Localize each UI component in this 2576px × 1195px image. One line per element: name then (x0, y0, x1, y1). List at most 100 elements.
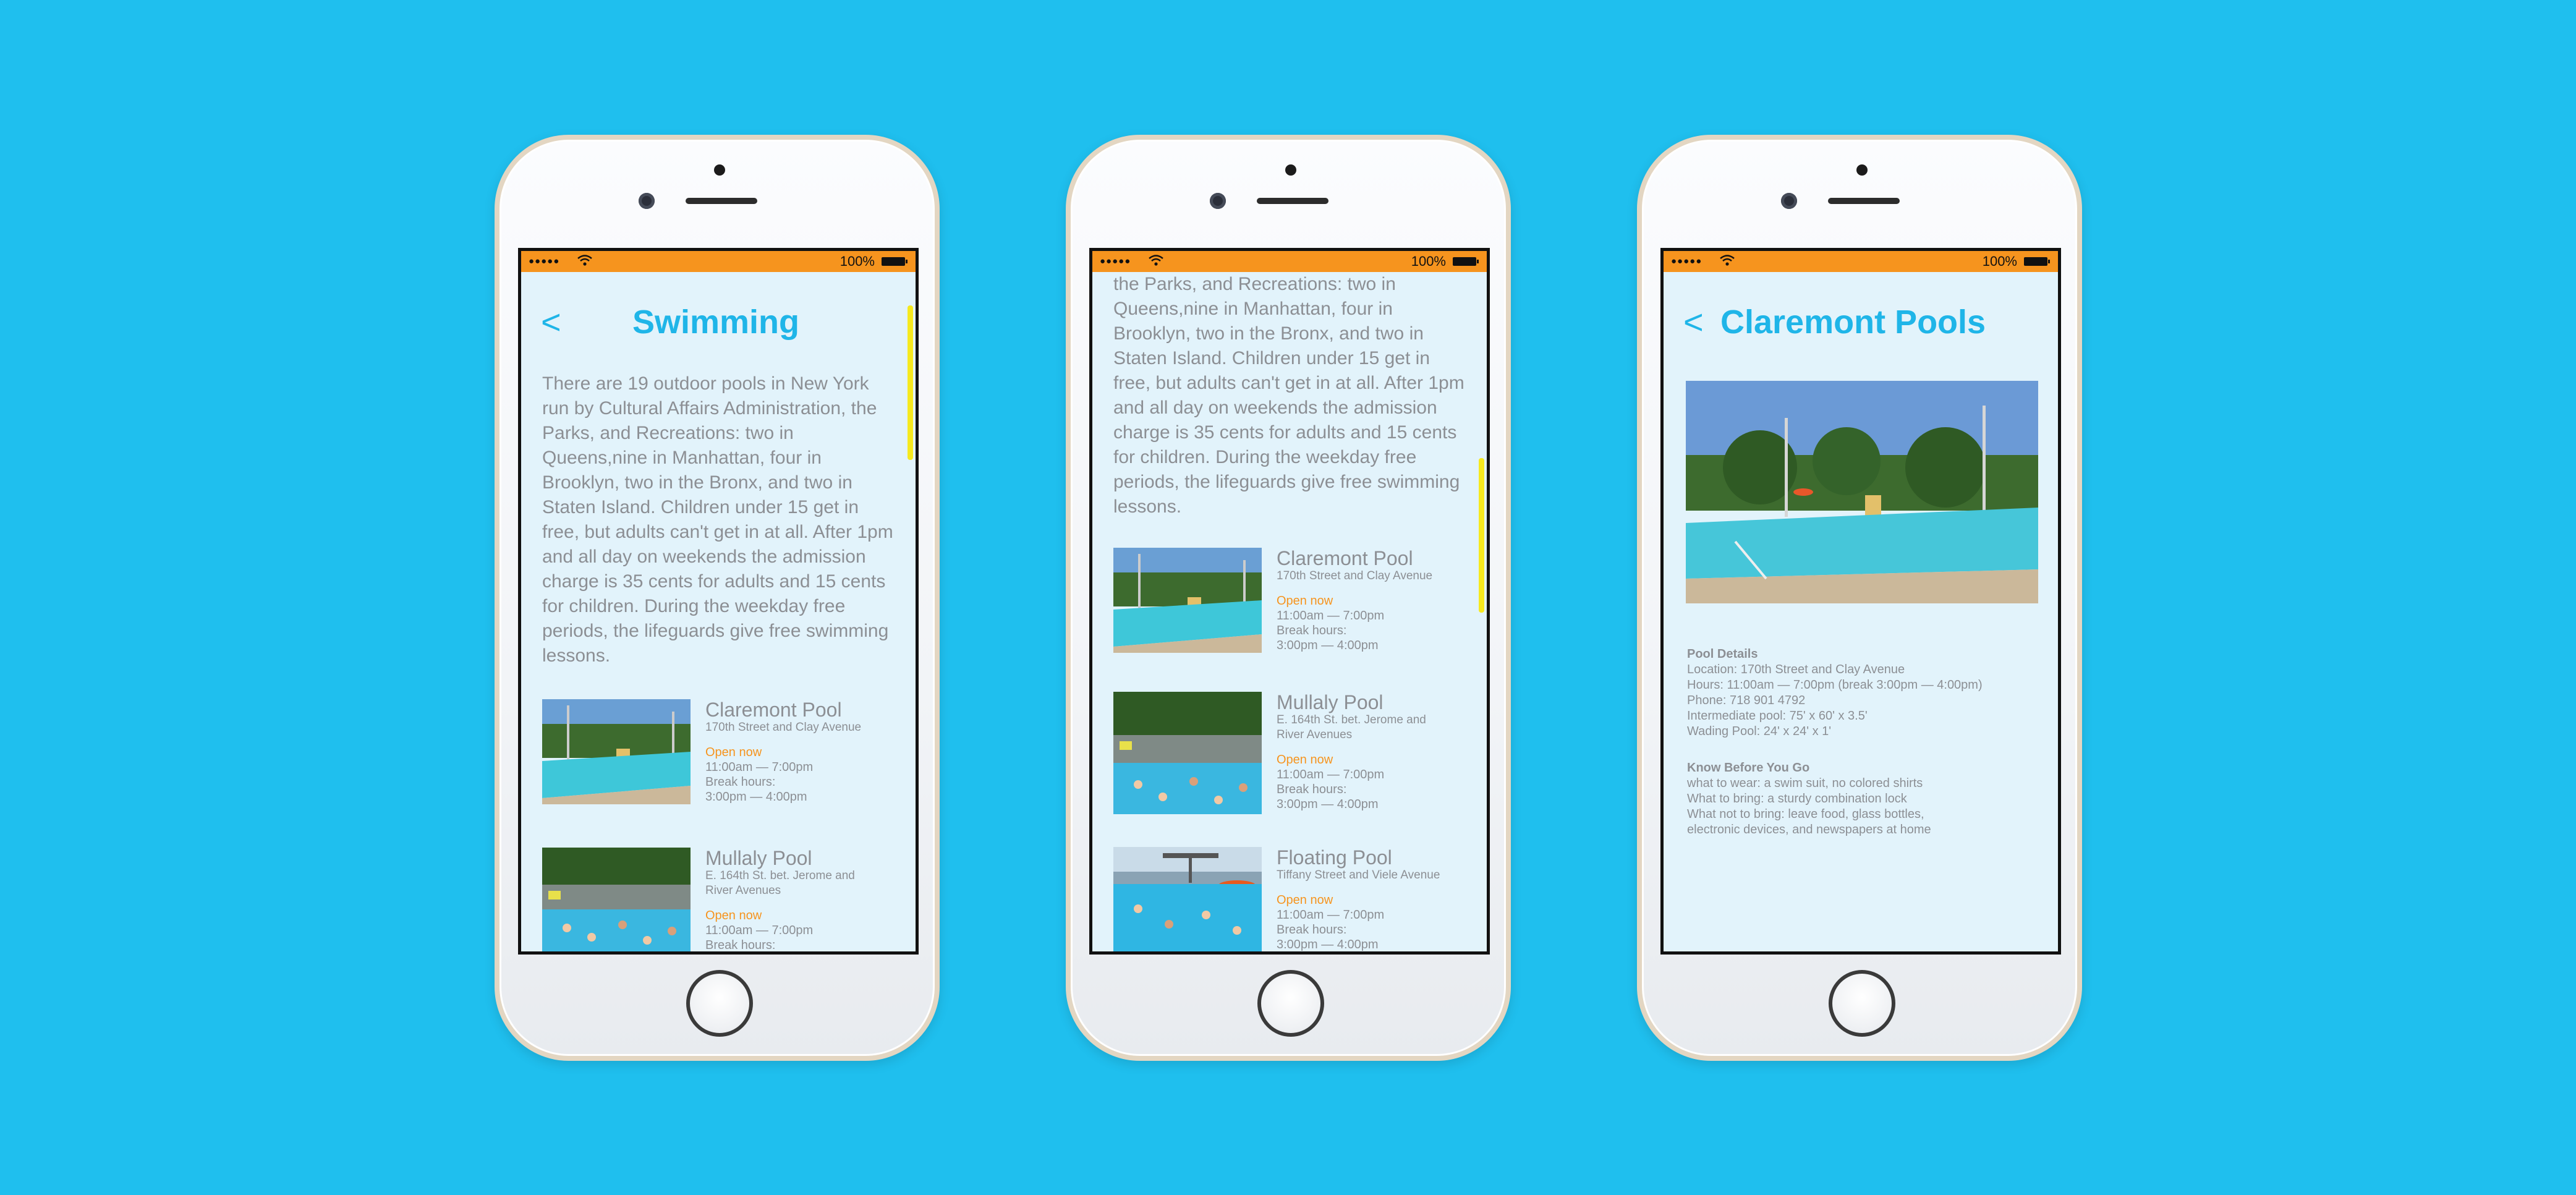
pool-details-section: Pool Details Location: 170th Street and … (1687, 647, 2046, 739)
pool-name: Floating Pool (1277, 846, 1392, 869)
pool-thumbnail-claremont (1113, 548, 1262, 653)
break-hours: 3:00pm — 4:00pm (1277, 938, 1379, 951)
battery-icon (2024, 257, 2050, 266)
know-item: electronic devices, and newspapers at ho… (1687, 823, 1931, 836)
pool-address: Tiffany Street and Viele Avenue (1277, 869, 1440, 882)
pool-info-mullaly: Mullaly Pool E. 164th St. bet. Jerome an… (1277, 692, 1487, 812)
signal-strength-icon: ●●●●● (1671, 256, 1702, 266)
battery-percent: 100% (840, 253, 875, 269)
home-button[interactable] (1829, 970, 1895, 1037)
signal-strength-icon: ●●●●● (1100, 256, 1131, 266)
back-button[interactable]: < (1683, 304, 1704, 341)
pool-address: 170th Street and Clay Avenue (1277, 569, 1433, 582)
swimming-list-scrolled-screen: ●●●●● 100% the Parks, and Recreations: t… (1089, 248, 1490, 955)
pool-address: 170th Street and Clay Avenue (705, 721, 862, 734)
know-before-heading: Know Before You Go (1687, 761, 1810, 775)
earpiece-speaker (1257, 198, 1328, 204)
pool-info-claremont: Claremont Pool 170th Street and Clay Ave… (705, 699, 916, 804)
pool-info-mullaly: Mullaly Pool E. 164th St. bet. Jerome an… (705, 847, 916, 952)
pool-address-line-1: E. 164th St. bet. Jerome and (705, 869, 855, 882)
front-camera-icon (1781, 193, 1797, 209)
break-hours: 3:00pm — 4:00pm (1277, 797, 1379, 811)
pool-detail-screen: ●●●●● 100% < Claremont Pools Pool Detail… (1660, 248, 2061, 955)
scroll-indicator[interactable] (908, 305, 913, 460)
pool-name: Mullaly Pool (1277, 691, 1384, 713)
pool-hours: 11:00am — 7:00pm (1277, 908, 1385, 922)
page-title: Swimming (632, 304, 800, 341)
earpiece-speaker (686, 198, 757, 204)
home-button[interactable] (1257, 970, 1324, 1037)
break-hours-label: Break hours: (1277, 624, 1347, 637)
pool-address-line-1: E. 164th St. bet. Jerome and (1277, 713, 1426, 726)
detail-phone[interactable]: Phone: 718 901 4792 (1687, 693, 2046, 708)
open-status-badge: Open now (705, 746, 762, 759)
break-hours: 3:00pm — 4:00pm (1277, 639, 1379, 652)
intro-text-tail: the Parks, and Recreations: two in Queen… (1113, 274, 1464, 517)
proximity-sensor (1285, 164, 1296, 176)
open-status-badge: Open now (1277, 893, 1333, 907)
pool-hours: 11:00am — 7:00pm (1277, 609, 1385, 623)
proximity-sensor (1856, 164, 1868, 176)
pool-name: Mullaly Pool (705, 847, 812, 869)
know-item: What not to bring: leave food, glass bot… (1687, 807, 1924, 821)
status-bar: ●●●●● 100% (521, 251, 916, 272)
pool-info-claremont: Claremont Pool 170th Street and Clay Ave… (1277, 548, 1487, 653)
page-title: Claremont Pools (1720, 304, 1986, 341)
front-camera-icon (639, 193, 655, 209)
open-status-badge: Open now (1277, 753, 1333, 767)
pool-address-line-2: River Avenues (705, 884, 781, 897)
pool-name: Claremont Pool (705, 699, 842, 721)
know-item: What to bring: a sturdy combination lock (1687, 792, 1907, 806)
battery-percent: 100% (1982, 253, 2017, 269)
pool-thumbnail-floating (1113, 847, 1262, 951)
pool-thumbnail-claremont (542, 699, 691, 804)
battery-percent: 100% (1411, 253, 1446, 269)
wifi-icon (1720, 255, 1735, 266)
pool-hours: 11:00am — 7:00pm (1277, 768, 1385, 781)
proximity-sensor (714, 164, 725, 176)
pool-thumbnail-mullaly (542, 848, 691, 951)
phone-mockup-detail: ●●●●● 100% < Claremont Pools Pool Detail… (1637, 135, 2082, 1061)
break-hours: 3:00pm — 4:00pm (705, 790, 807, 804)
pool-details-heading: Pool Details (1687, 647, 1758, 661)
pool-info-floating: Floating Pool Tiffany Street and Viele A… (1277, 846, 1487, 951)
break-hours-label: Break hours: (1277, 783, 1347, 796)
know-item: what to wear: a swim suit, no colored sh… (1687, 776, 1923, 790)
home-button[interactable] (686, 970, 753, 1037)
break-hours-label: Break hours: (705, 775, 776, 789)
pool-address-line-2: River Avenues (1277, 728, 1353, 741)
earpiece-speaker (1828, 198, 1900, 204)
swimming-list-screen: ●●●●● 100% < Swimming There are 19 outdo… (518, 248, 919, 955)
pool-photo (1686, 381, 2038, 603)
intro-text: There are 19 outdoor pools in New York r… (542, 373, 893, 666)
pool-name: Claremont Pool (1277, 547, 1413, 569)
back-button[interactable]: < (541, 304, 561, 341)
open-status-badge: Open now (705, 909, 762, 922)
pool-hours: 11:00am — 7:00pm (705, 924, 814, 937)
pool-card-claremont[interactable]: Claremont Pool 170th Street and Clay Ave… (1113, 548, 1484, 659)
detail-wading-pool: Wading Pool: 24' x 24' x 1' (1687, 725, 1832, 738)
pool-hours: 11:00am — 7:00pm (705, 760, 814, 774)
detail-location: Location: 170th Street and Clay Avenue (1687, 663, 1905, 676)
break-hours-label: Break hours: (1277, 923, 1347, 937)
break-hours-label: Break hours: (705, 938, 776, 952)
status-bar: ●●●●● 100% (1664, 251, 2058, 272)
pool-card-floating[interactable]: Floating Pool Tiffany Street and Viele A… (1113, 846, 1487, 951)
battery-icon (1453, 257, 1479, 266)
signal-strength-icon: ●●●●● (529, 256, 560, 266)
detail-intermediate-pool: Intermediate pool: 75' x 60' x 3.5' (1687, 709, 1868, 723)
front-camera-icon (1210, 193, 1226, 209)
phone-mockup-scrolled: ●●●●● 100% the Parks, and Recreations: t… (1066, 135, 1511, 1061)
phone-mockup-list: ●●●●● 100% < Swimming There are 19 outdo… (495, 135, 940, 1061)
pool-card-mullaly[interactable]: Mullaly Pool E. 164th St. bet. Jerome an… (1113, 692, 1484, 814)
pool-card-mullaly[interactable]: Mullaly Pool E. 164th St. bet. Jerome an… (542, 847, 916, 952)
battery-icon (882, 257, 908, 266)
know-before-you-go-section: Know Before You Go what to wear: a swim … (1687, 760, 2046, 838)
wifi-icon (1149, 255, 1163, 266)
open-status-badge: Open now (1277, 594, 1333, 608)
pool-thumbnail-mullaly (1113, 692, 1262, 814)
detail-hours: Hours: 11:00am — 7:00pm (break 3:00pm — … (1687, 678, 1983, 692)
wifi-icon (577, 255, 592, 266)
status-bar: ●●●●● 100% (1092, 251, 1487, 272)
pool-card-claremont[interactable]: Claremont Pool 170th Street and Clay Ave… (542, 699, 913, 810)
